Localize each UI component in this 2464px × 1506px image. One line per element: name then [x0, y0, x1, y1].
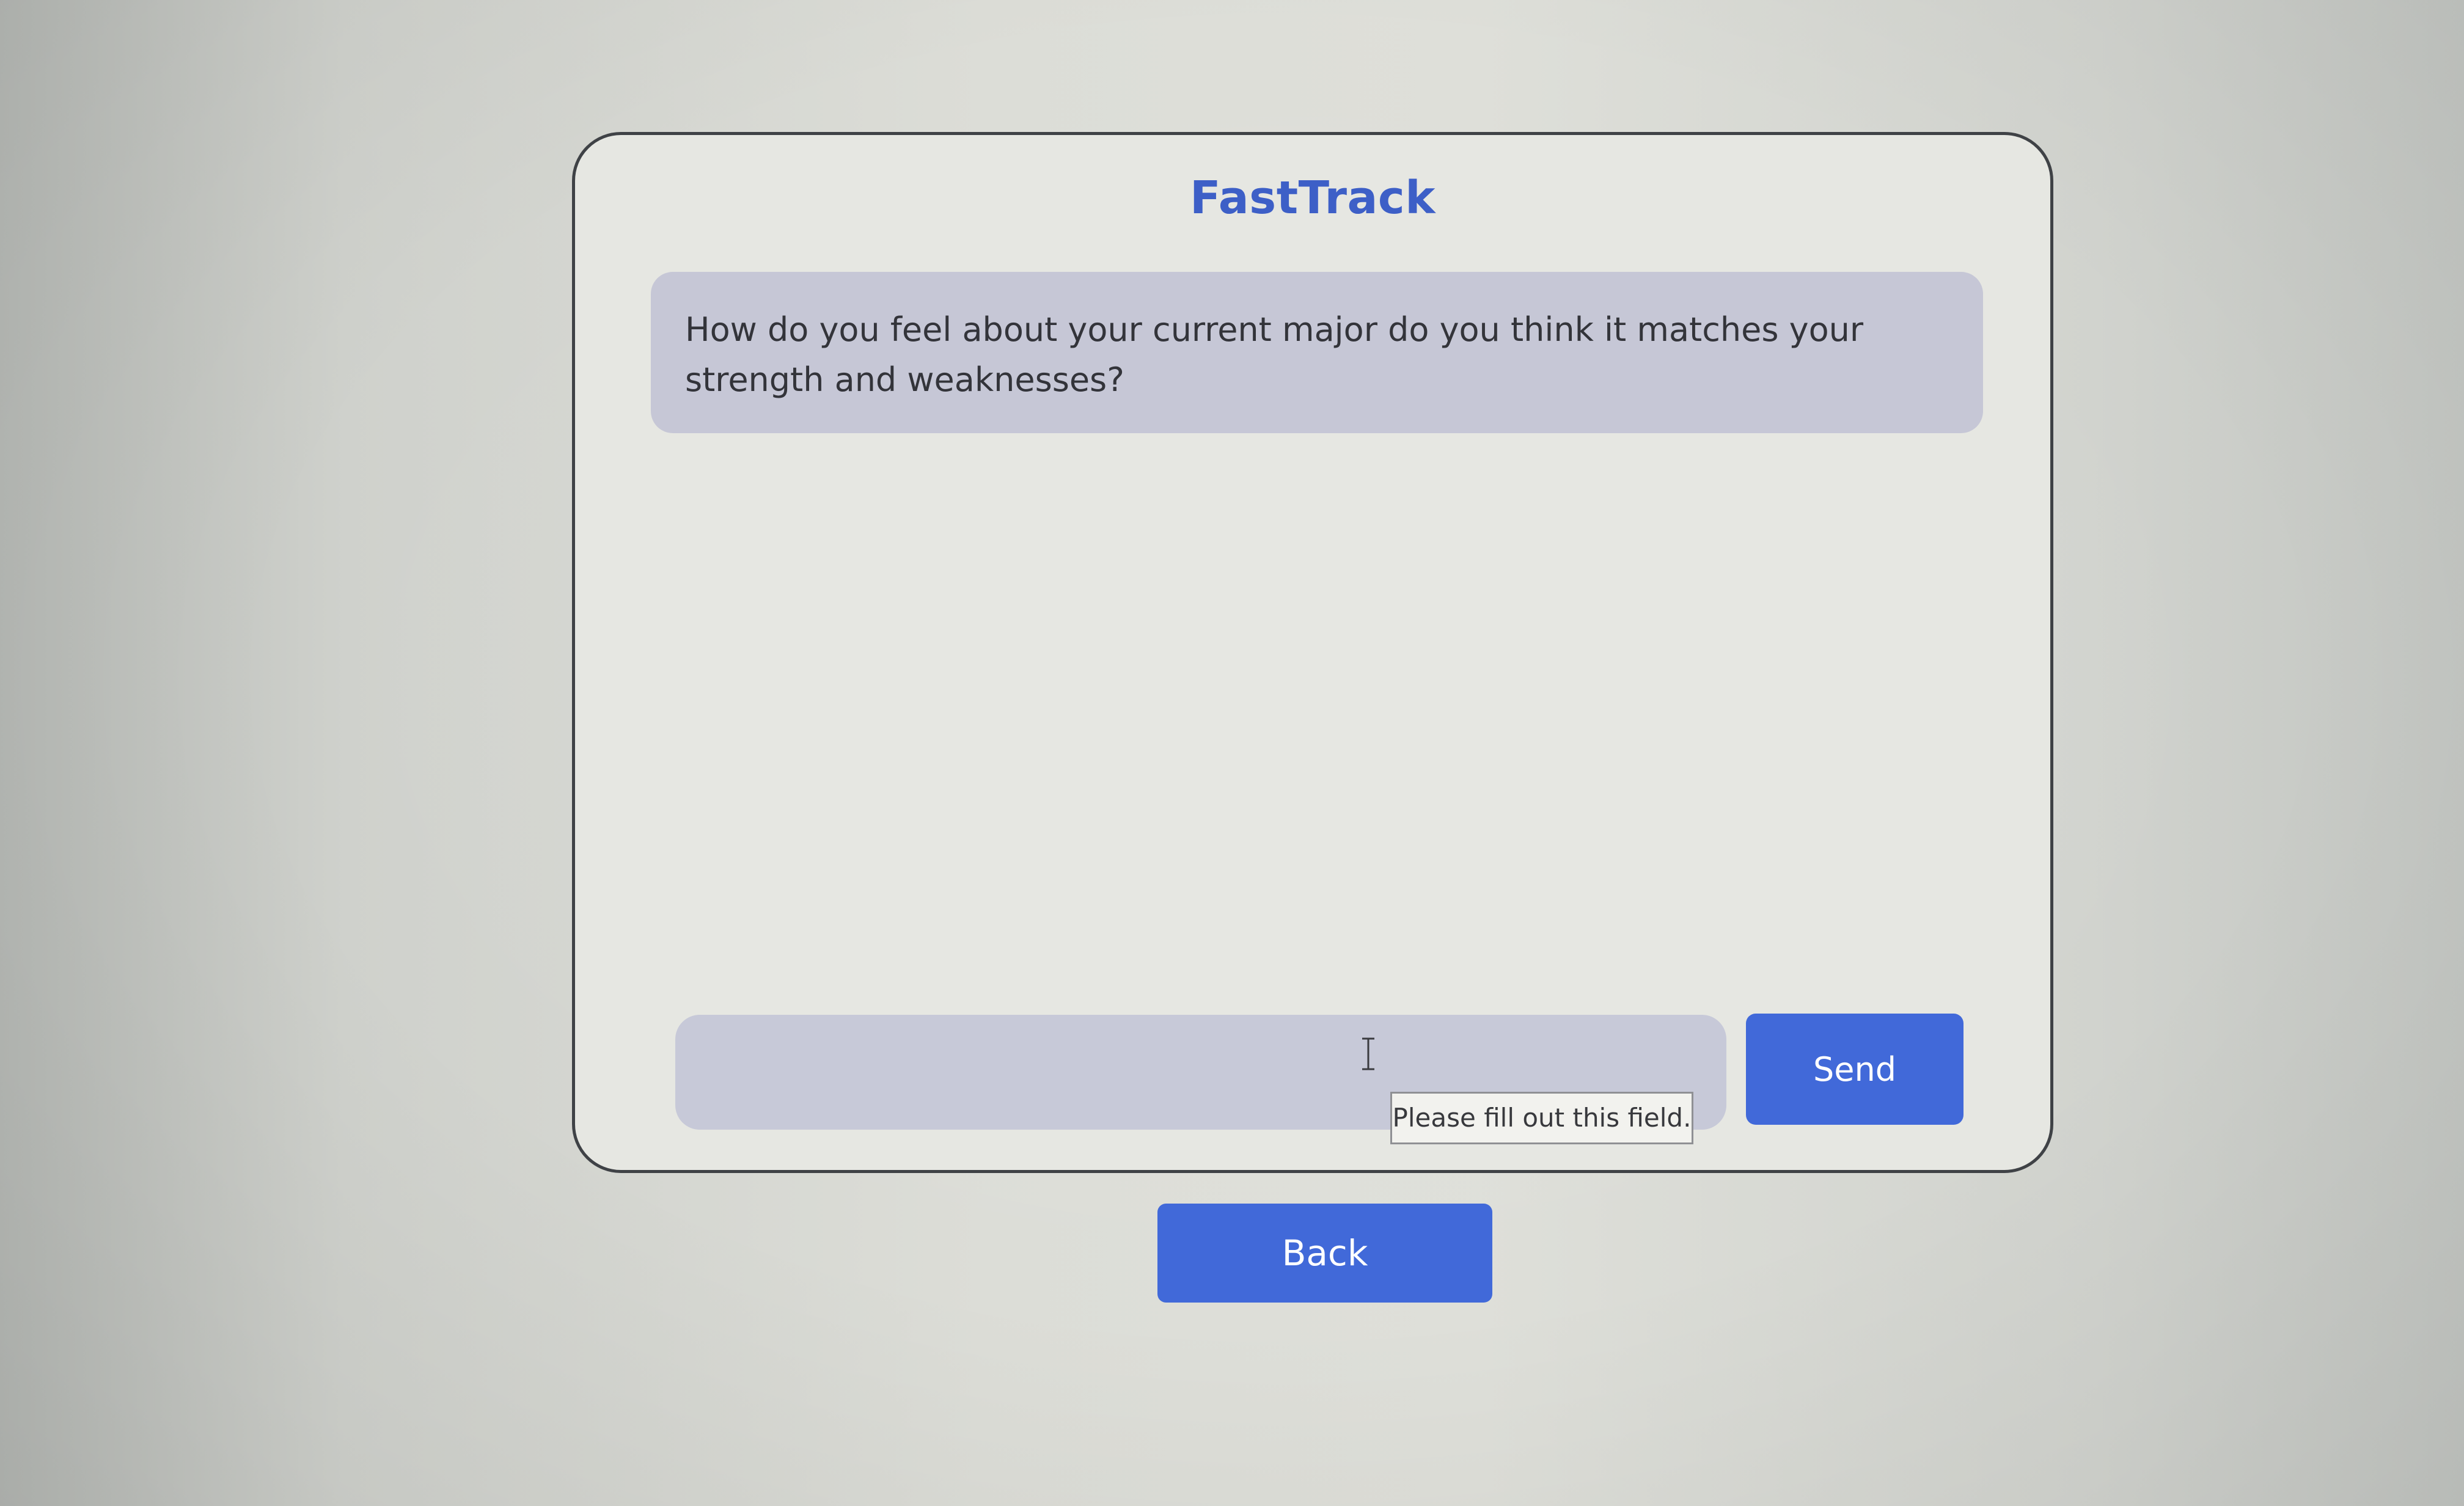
- text-cursor-icon: [1362, 1037, 1374, 1070]
- validation-tooltip: Please fill out this field.: [1390, 1092, 1693, 1144]
- question-message-bubble: How do you feel about your current major…: [651, 272, 1983, 433]
- chat-panel: FastTrack How do you feel about your cur…: [572, 132, 2053, 1173]
- question-text: How do you feel about your current major…: [685, 310, 1864, 399]
- send-button[interactable]: Send: [1746, 1014, 1964, 1125]
- app-title: FastTrack: [1190, 172, 1436, 224]
- back-button[interactable]: Back: [1157, 1204, 1492, 1303]
